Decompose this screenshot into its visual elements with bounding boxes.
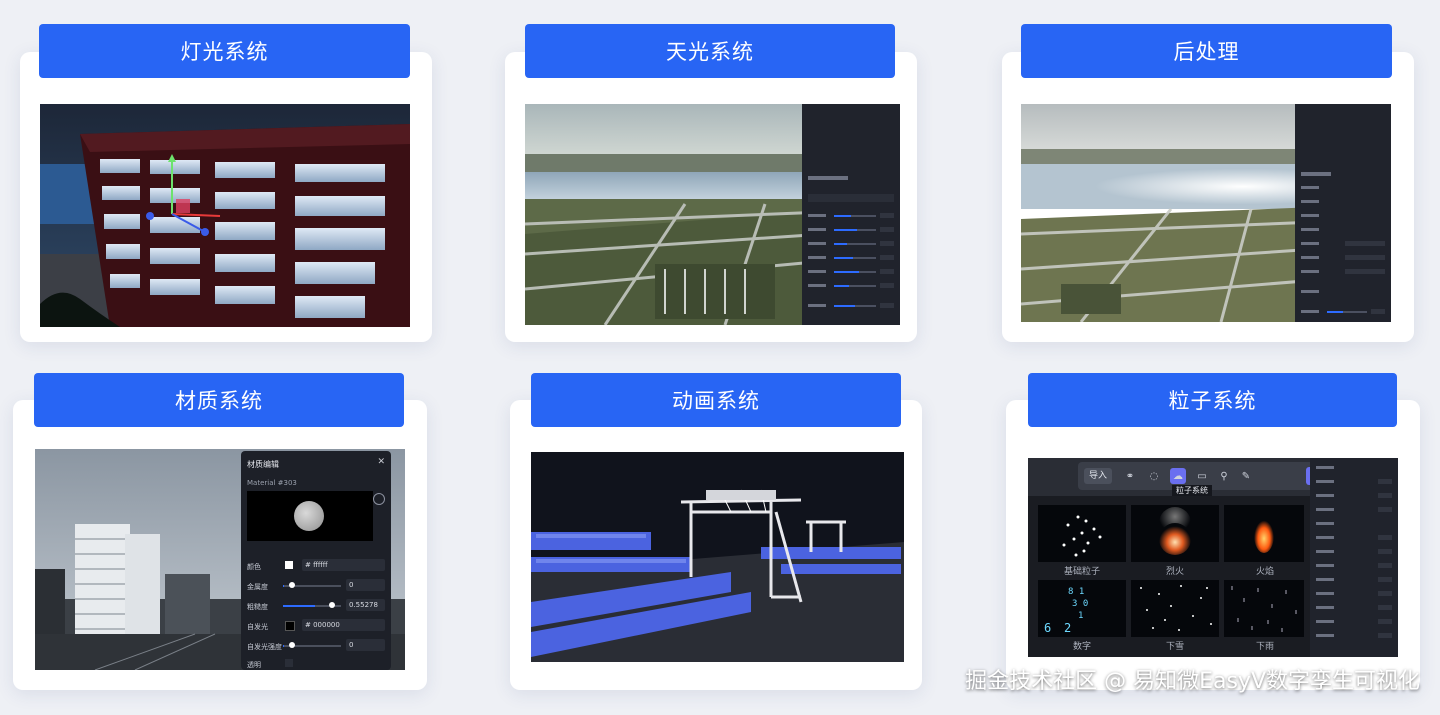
particle-label: 火焰	[1255, 567, 1274, 577]
material-row-label: 透明	[247, 661, 261, 669]
card-postprocess-title[interactable]: 后处理	[1021, 24, 1392, 78]
particle-cell-flame[interactable]	[1224, 505, 1304, 562]
particle-cell-basic[interactable]	[1038, 505, 1126, 562]
material-editor-panel: 材质编辑 ✕ Material #303 颜色 # ffffff 金属度 0 粗…	[241, 451, 391, 670]
svg-text:2: 2	[1064, 621, 1071, 635]
emissive-intensity-slider[interactable]	[289, 642, 295, 648]
material-screenshot: 材质编辑 ✕ Material #303 颜色 # ffffff 金属度 0 粗…	[35, 449, 405, 670]
material-row-metalness: 金属度 0	[247, 579, 385, 593]
material-row-label: 粗糙度	[247, 603, 268, 611]
card-skylight-title[interactable]: 天光系统	[525, 24, 895, 78]
material-row-emissive: 自发光 # 000000	[247, 619, 385, 633]
skylight-settings-panel	[802, 104, 900, 325]
import-button[interactable]: 导入	[1084, 468, 1112, 484]
material-row-label: 自发光强度	[247, 643, 282, 651]
particle-cell-fire[interactable]	[1131, 505, 1219, 562]
card-particle-title[interactable]: 粒子系统	[1028, 373, 1397, 427]
particle-cell-rain[interactable]	[1224, 580, 1304, 637]
camera-icon[interactable]: ▭	[1194, 468, 1210, 484]
particle-label: 下雨	[1255, 642, 1274, 652]
svg-text:1: 1	[1078, 611, 1083, 621]
material-row-label: 金属度	[247, 583, 268, 591]
metalness-slider[interactable]	[289, 582, 295, 588]
emissive-input[interactable]: # 000000	[302, 619, 385, 631]
watermark: 掘金技术社区 @ 易知微EasyV数字孪生可视化	[965, 669, 1420, 694]
lighting-screenshot	[40, 104, 410, 327]
bulb-icon[interactable]: ◌	[1146, 468, 1162, 484]
postprocess-settings-panel	[1295, 104, 1391, 322]
card-lighting-title[interactable]: 灯光系统	[39, 24, 410, 78]
preview-reset-icon[interactable]	[373, 493, 385, 505]
particle-grid: 基础粒子 烈火 火焰 8 1 3 0 1 62 数字 下雪 下雨	[1028, 496, 1310, 657]
material-row-transparent: 透明	[247, 657, 385, 670]
close-icon[interactable]: ✕	[377, 457, 385, 467]
postprocess-screenshot	[1021, 104, 1391, 322]
emissive-intensity-input[interactable]: 0	[346, 639, 385, 651]
card-material-title[interactable]: 材质系统	[34, 373, 404, 427]
svg-text:8 1: 8 1	[1068, 587, 1084, 597]
person-icon[interactable]: ⚲	[1216, 468, 1232, 484]
particle-label: 数字	[1072, 642, 1091, 652]
skylight-screenshot	[525, 104, 900, 325]
animation-screenshot	[531, 452, 904, 662]
color-input[interactable]: # ffffff	[302, 559, 385, 571]
particle-icon[interactable]: ☁	[1170, 468, 1186, 484]
card-animation-title[interactable]: 动画系统	[531, 373, 901, 427]
svg-text:6: 6	[1044, 621, 1051, 635]
transparent-checkbox[interactable]	[285, 659, 293, 667]
material-row-color: 颜色 # ffffff	[247, 559, 385, 573]
material-editor-subtitle: Material #303	[247, 479, 297, 487]
metalness-input[interactable]: 0	[346, 579, 385, 591]
material-row-emissive-intensity: 自发光强度 0	[247, 639, 385, 653]
emissive-swatch[interactable]	[285, 621, 295, 631]
roughness-input[interactable]: 0.55278	[346, 599, 385, 611]
svg-text:3 0: 3 0	[1072, 599, 1088, 609]
material-row-label: 自发光	[247, 623, 268, 631]
roughness-slider[interactable]	[329, 602, 335, 608]
material-editor-header: 材质编辑	[247, 460, 279, 469]
material-row-label: 颜色	[247, 563, 261, 571]
particle-label: 下雪	[1165, 642, 1184, 652]
particle-cell-digits[interactable]: 8 1 3 0 1 62	[1038, 580, 1126, 637]
brush-icon[interactable]: ✎	[1238, 468, 1254, 484]
particle-screenshot: 导入 ⚭ ◌ ☁ ▭ ⚲ ✎ + 粒子系统 基础粒子 烈火 火焰 8 13 01…	[1028, 458, 1398, 657]
material-preview	[247, 491, 373, 541]
link-icon[interactable]: ⚭	[1122, 468, 1138, 484]
particle-label: 烈火	[1165, 567, 1184, 577]
particle-cell-snow[interactable]	[1131, 580, 1219, 637]
particle-label: 基础粒子	[1063, 567, 1100, 577]
particle-settings-panel	[1310, 458, 1398, 657]
color-swatch[interactable]	[285, 561, 293, 569]
material-row-roughness: 粗糙度 0.55278	[247, 599, 385, 613]
